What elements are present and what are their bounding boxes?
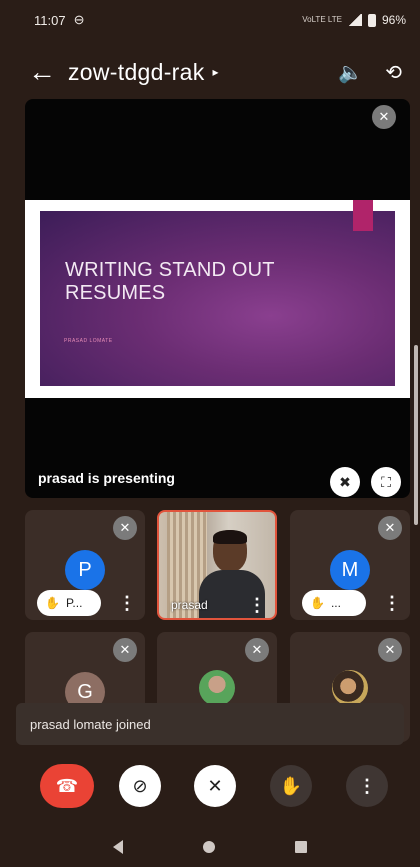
meeting-code[interactable]: zow-tdgd-rak	[68, 59, 205, 86]
battery-percent: 96%	[381, 13, 406, 27]
mic-off-icon: ✕	[378, 638, 402, 662]
mic-off-icon: ✕	[245, 638, 269, 662]
avatar-photo	[199, 670, 235, 706]
nav-home-icon[interactable]	[203, 841, 215, 853]
system-nav-bar	[0, 827, 420, 867]
meeting-header: ← zow-tdgd-rak ▸ 🔈 ⟲	[0, 48, 420, 96]
status-bar: 11:07 ⊖ VoLTE LTE 96%	[0, 0, 420, 40]
slide-author: PRASAD LOMATE	[64, 338, 113, 344]
nav-recents-icon[interactable]	[295, 841, 307, 853]
avatar: P	[65, 550, 105, 590]
phone-hangup-icon: ☎	[55, 775, 79, 796]
meeting-details-caret-icon[interactable]: ▸	[213, 65, 219, 79]
mic-off-icon: ✕	[113, 638, 137, 662]
raise-hand-chip: ✋ P...	[37, 590, 101, 616]
mic-toggle-button[interactable]: ✕	[194, 765, 236, 807]
speaker-icon[interactable]: 🔈	[338, 60, 363, 85]
more-options-button[interactable]: ⋮	[346, 765, 388, 807]
chip-label: P...	[65, 596, 83, 610]
toast-message: prasad lomate joined	[30, 716, 151, 732]
presentation-muted-icon: ✕	[372, 105, 396, 129]
raise-hand-chip: ✋ ...	[302, 590, 366, 616]
camera-toggle-button[interactable]: ⊘	[119, 765, 161, 807]
more-vert-icon[interactable]: ⋮	[383, 592, 401, 614]
participant-name: prasad	[171, 598, 208, 612]
raise-hand-button[interactable]: ✋	[270, 765, 312, 807]
slide-frame: WRITING STAND OUT RESUMES PRASAD LOMATE	[25, 200, 410, 398]
slide-title: WRITING STAND OUT RESUMES	[65, 259, 275, 304]
battery-icon	[367, 13, 376, 27]
person-hair	[213, 530, 247, 544]
end-call-button[interactable]: ☎	[40, 764, 94, 808]
status-right: VoLTE LTE 96%	[302, 13, 406, 27]
call-controls: ☎ ⊘ ✕ ✋ ⋮	[0, 762, 420, 812]
back-arrow-icon[interactable]: ←	[28, 58, 68, 86]
avatar-photo	[332, 670, 368, 706]
mic-off-icon: ✕	[113, 516, 137, 540]
more-vert-icon: ⋮	[358, 775, 376, 796]
hand-icon: ✋	[310, 596, 325, 610]
mic-off-icon: ✕	[207, 775, 223, 796]
hand-icon: ✋	[45, 596, 60, 610]
participant-tile[interactable]: ✕ P ✋ P... ⋮	[25, 510, 145, 620]
participant-video-tile[interactable]: prasad ⋮	[157, 510, 277, 620]
more-vert-icon[interactable]: ⋮	[248, 594, 266, 616]
nav-back-icon[interactable]	[113, 840, 123, 854]
hand-icon: ✋	[279, 775, 303, 796]
fullscreen-icon[interactable]: ⛶	[371, 467, 401, 497]
mic-off-icon: ✕	[378, 516, 402, 540]
slide-accent	[353, 200, 373, 231]
signal-icon	[347, 14, 362, 26]
header-actions: 🔈 ⟲	[338, 60, 402, 85]
presentation-slide: WRITING STAND OUT RESUMES PRASAD LOMATE	[40, 200, 395, 386]
more-vert-icon[interactable]: ⋮	[118, 592, 136, 614]
status-time: 11:07	[34, 12, 66, 28]
scrollbar[interactable]	[414, 345, 418, 525]
unpin-icon[interactable]: ✖	[330, 467, 360, 497]
screen-record-icon: ⊖	[73, 12, 85, 27]
participant-tile[interactable]: ✕ M ✋ ... ⋮	[290, 510, 410, 620]
switch-camera-icon[interactable]: ⟲	[385, 60, 402, 85]
join-toast: prasad lomate joined	[16, 703, 404, 745]
avatar: M	[330, 550, 370, 590]
chip-label: ...	[330, 596, 341, 610]
presentation-tile[interactable]: ✕ WRITING STAND OUT RESUMES PRASAD LOMAT…	[25, 99, 410, 498]
presenting-label: prasad is presenting	[38, 470, 175, 486]
status-left: 11:07 ⊖	[34, 12, 84, 28]
camera-off-icon: ⊘	[132, 775, 148, 796]
network-label: VoLTE LTE	[302, 15, 342, 24]
